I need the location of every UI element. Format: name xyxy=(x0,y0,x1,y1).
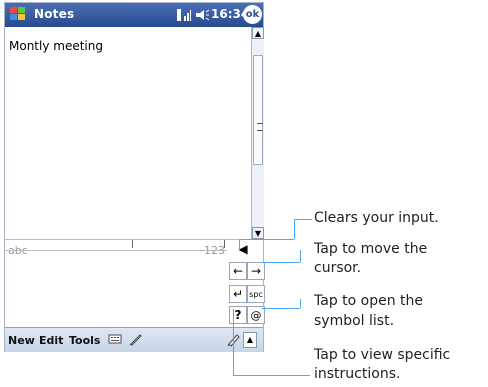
edit-menu[interactable]: Edit xyxy=(39,334,63,347)
input-selector-arrow-icon[interactable]: ▲ xyxy=(243,332,257,348)
pen-icon[interactable] xyxy=(129,332,143,346)
right-arrow-icon[interactable]: → xyxy=(247,262,265,280)
callout-connector xyxy=(262,262,300,263)
note-editor[interactable]: Montly meeting xyxy=(5,27,251,239)
callout-help-line2: instructions. xyxy=(314,366,401,382)
callout-move-line1: Tap to move the xyxy=(314,241,428,257)
callout-help-line1: Tap to view specific xyxy=(314,347,451,363)
writing-guide-mark xyxy=(224,240,225,248)
note-text[interactable]: Montly meeting xyxy=(9,39,103,53)
callout-move-line2: cursor. xyxy=(314,260,362,276)
ok-button[interactable]: ok xyxy=(243,5,262,24)
callout-symbol-line1: Tap to open the xyxy=(314,293,424,309)
writing-baseline xyxy=(5,250,227,251)
keyboard-icon[interactable] xyxy=(108,333,122,345)
bottom-toolbar: New Edit Tools ▲ xyxy=(5,327,263,352)
left-arrow-icon[interactable]: ← xyxy=(229,262,247,280)
device-screen: Notes 16:34 ok Montly meeting ▲ ▼ abc 12… xyxy=(4,2,265,352)
speaker-icon[interactable] xyxy=(195,8,210,22)
app-title: Notes xyxy=(34,7,75,21)
callout-symbol-line2: symbol list. xyxy=(314,313,395,329)
scroll-thumb[interactable] xyxy=(253,55,263,165)
tools-menu[interactable]: Tools xyxy=(69,334,100,347)
title-bar: Notes 16:34 ok xyxy=(5,3,263,27)
scroll-down-button[interactable]: ▼ xyxy=(252,227,264,239)
callout-connector xyxy=(233,375,310,376)
vertical-scrollbar[interactable]: ▲ ▼ xyxy=(251,27,264,239)
scroll-up-button[interactable]: ▲ xyxy=(252,27,264,39)
writing-guide-mark xyxy=(132,240,133,248)
callout-connector xyxy=(233,309,234,375)
callout-connector xyxy=(262,308,300,309)
enter-icon[interactable]: ↵ xyxy=(229,285,247,303)
pen-icon[interactable] xyxy=(227,331,241,347)
callout-connector xyxy=(239,239,294,240)
new-menu[interactable]: New xyxy=(8,334,35,347)
callout-connector xyxy=(294,219,295,239)
signal-icon[interactable] xyxy=(176,8,191,22)
windows-logo-icon[interactable] xyxy=(7,4,29,26)
grip-icon xyxy=(257,123,263,131)
callout-connector xyxy=(300,299,301,308)
callout-connector xyxy=(294,219,312,220)
backspace-icon[interactable]: ◀ xyxy=(234,240,252,258)
callout-connector xyxy=(239,239,240,251)
callout-connector xyxy=(300,250,301,262)
question-icon[interactable]: ? xyxy=(229,306,247,324)
callout-clear: Clears your input. xyxy=(314,210,439,226)
space-icon[interactable]: spc xyxy=(247,285,265,303)
